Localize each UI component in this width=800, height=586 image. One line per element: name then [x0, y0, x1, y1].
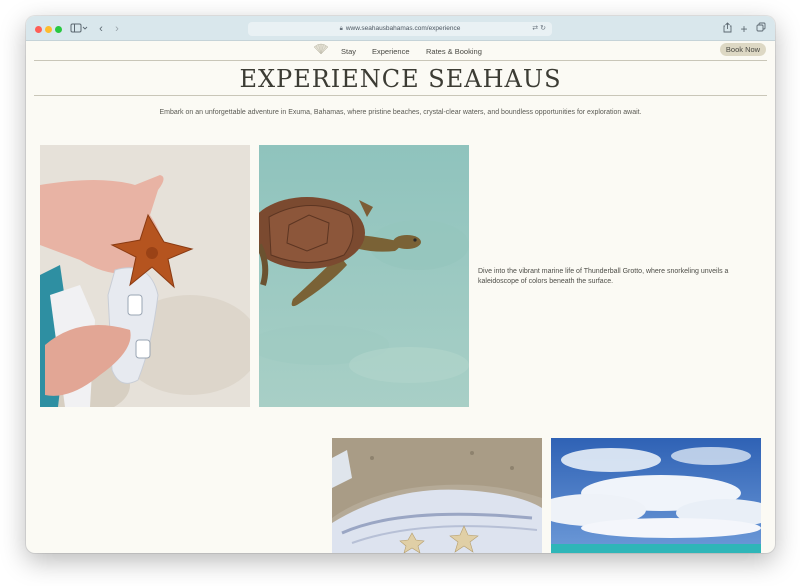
minimize-window-button[interactable] [45, 26, 52, 33]
nav-link-stay[interactable]: Stay [341, 47, 356, 56]
nav-link-experience[interactable]: Experience [372, 47, 410, 56]
lock-icon: 🔒︎ [339, 26, 343, 32]
thunderball-caption: Dive into the vibrant marine life of Thu… [478, 268, 729, 285]
new-tab-icon[interactable]: + [739, 22, 749, 36]
forward-icon[interactable]: › [112, 22, 122, 36]
back-icon[interactable]: ‹ [96, 22, 106, 36]
book-now-button[interactable]: Book Now [720, 43, 766, 56]
divider-top [34, 60, 767, 61]
intro-text: Embark on an unforgettable adventure in … [159, 109, 642, 116]
browser-window: ‹ › 🔒︎ www.seahausbahamas.com/experience … [26, 16, 775, 553]
sky-clouds-photo [551, 438, 761, 553]
site-navigation: Stay Experience Rates & Booking Book Now [26, 41, 775, 61]
browser-toolbar: ‹ › 🔒︎ www.seahausbahamas.com/experience … [26, 16, 775, 41]
address-url: www.seahausbahamas.com/experience [345, 25, 461, 32]
address-bar[interactable]: 🔒︎ www.seahausbahamas.com/experience ⇄ ↻ [248, 22, 552, 36]
shell-logo-icon[interactable] [313, 42, 329, 56]
nav-link-rates-booking[interactable]: Rates & Booking [426, 47, 482, 56]
divider-bottom [34, 95, 767, 96]
turtle-photo [259, 145, 469, 407]
starfish-photo [40, 145, 250, 407]
reload-icon[interactable]: ↻ [540, 25, 546, 32]
zoom-window-button[interactable] [55, 26, 62, 33]
page-title: EXPERIENCE SEAHAUS [239, 65, 562, 93]
sidebar-icon[interactable] [69, 22, 89, 36]
share-icon[interactable] [722, 22, 732, 36]
tabs-icon[interactable] [756, 22, 766, 36]
close-window-button[interactable] [35, 26, 42, 33]
towel-starfish-photo [332, 438, 542, 553]
translate-icon[interactable]: ⇄ [532, 25, 538, 32]
